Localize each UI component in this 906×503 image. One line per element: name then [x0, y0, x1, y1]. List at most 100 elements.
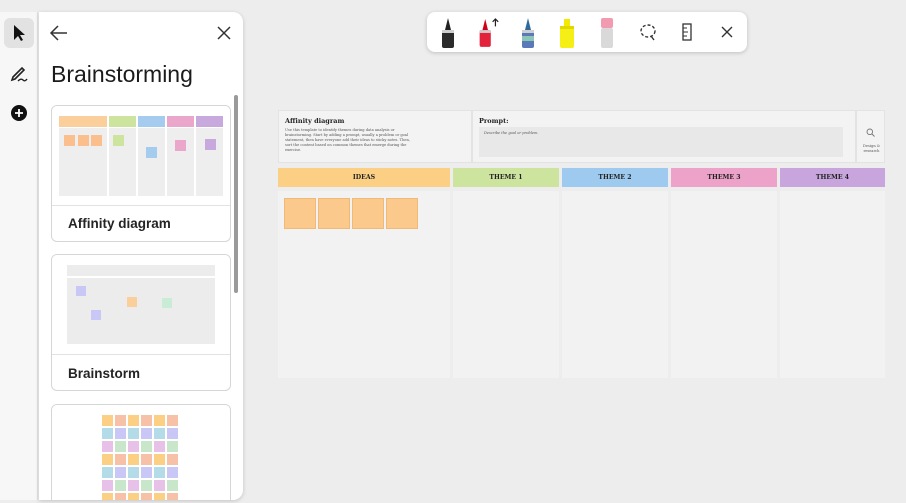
thumbnail-note: [141, 493, 152, 500]
galaxy-pen-icon: [522, 18, 534, 48]
thumbnail-note: [154, 493, 165, 500]
column-body[interactable]: [453, 191, 559, 378]
thumbnail-note: [141, 415, 152, 426]
pointer-icon: [14, 25, 25, 41]
ink-toolbar: [427, 12, 747, 52]
column-body[interactable]: [562, 191, 668, 378]
back-button[interactable]: [49, 24, 69, 42]
eraser-icon: [601, 18, 613, 48]
thumbnail-note: [115, 428, 126, 439]
thumbnail-note: [154, 428, 165, 439]
column-header-theme-3: THEME 3: [671, 168, 777, 187]
thumbnail-note: [167, 415, 178, 426]
thumbnail-note: [141, 454, 152, 465]
close-icon: [721, 26, 733, 38]
board-header-title: Affinity diagram: [285, 117, 345, 125]
board-header-text: Use this template to identify themes dur…: [285, 128, 410, 152]
black-pen-icon: [442, 18, 454, 48]
column-header-theme-1: THEME 1: [453, 168, 559, 187]
thumbnail-note: [102, 493, 113, 500]
thumbnail-note: [128, 454, 139, 465]
brainstorm-thumbnail: [52, 255, 230, 355]
thumbnail-note: [154, 454, 165, 465]
thumbnail-note: [141, 441, 152, 452]
add-button[interactable]: [4, 98, 34, 128]
thumbnail-note: [102, 415, 113, 426]
ruler-tool[interactable]: [674, 16, 700, 48]
template-label: Brainstorm: [68, 366, 141, 381]
template-label: Affinity diagram: [68, 216, 171, 231]
thumbnail-note: [102, 428, 113, 439]
thumbnail-note: [154, 415, 165, 426]
prompt-title: Prompt:: [479, 117, 509, 125]
column-header-theme-4: THEME 4: [780, 168, 885, 187]
thumbnail-note: [128, 480, 139, 491]
thumbnail-note: [128, 467, 139, 478]
prompt-input[interactable]: Describe the goal or problem.: [479, 127, 843, 157]
eraser-tool[interactable]: [594, 16, 620, 48]
panel-title: Brainstorming: [51, 61, 193, 87]
column-header-theme-2: THEME 2: [562, 168, 668, 187]
thumbnail-note: [141, 428, 152, 439]
back-arrow-icon: [49, 25, 67, 41]
thumbnail-note: [102, 480, 113, 491]
thumbnail-note: [128, 415, 139, 426]
close-icon: [217, 26, 231, 40]
templates-panel: Brainstorming Affinity diagram Brainstor…: [39, 12, 243, 500]
grid-thumbnail: [52, 405, 230, 500]
thumbnail-note: [154, 480, 165, 491]
lasso-select-tool[interactable]: [635, 16, 661, 48]
thumbnail-note: [102, 454, 113, 465]
thumbnail-note: [128, 428, 139, 439]
pen-draw-icon: [10, 66, 28, 82]
thumbnail-note: [115, 441, 126, 452]
thumbnail-note: [102, 441, 113, 452]
thumbnail-note: [128, 493, 139, 500]
panel-scrollbar[interactable]: [234, 95, 238, 293]
side-box: Design & research: [856, 110, 885, 163]
search-icon: [866, 128, 875, 137]
thumbnail-note: [167, 428, 178, 439]
thumbnail-note: [115, 415, 126, 426]
template-card-third[interactable]: [51, 404, 231, 500]
column-header-ideas: IDEAS: [278, 168, 450, 187]
thumbnail-note: [141, 467, 152, 478]
add-circle-icon: [11, 105, 27, 121]
thumbnail-note: [102, 467, 113, 478]
thumbnail-note: [115, 493, 126, 500]
column-body[interactable]: [671, 191, 777, 378]
header-description-box: Affinity diagram Use this template to id…: [278, 110, 472, 163]
thumbnail-note: [167, 441, 178, 452]
highlighter-tool[interactable]: [554, 16, 580, 48]
lasso-select-icon: [640, 24, 656, 41]
side-label: Design & research: [863, 144, 880, 153]
red-pen-icon: [479, 18, 499, 47]
sticky-note[interactable]: [352, 198, 384, 229]
left-rail: [0, 12, 38, 500]
toolbar-close-button[interactable]: [714, 16, 740, 48]
select-tool-button[interactable]: [4, 18, 34, 48]
panel-close-button[interactable]: [215, 24, 233, 42]
thumbnail-note: [115, 480, 126, 491]
sticky-note[interactable]: [284, 198, 316, 229]
thumbnail-note: [167, 454, 178, 465]
thumbnail-note: [115, 467, 126, 478]
highlighter-icon: [560, 19, 574, 48]
column-body[interactable]: [780, 191, 885, 378]
affinity-thumbnail: [52, 106, 230, 206]
thumbnail-note: [167, 493, 178, 500]
thumbnail-note: [167, 467, 178, 478]
galaxy-pen-tool[interactable]: [515, 16, 541, 48]
thumbnail-note: [154, 441, 165, 452]
sticky-note[interactable]: [386, 198, 418, 229]
template-card-brainstorm[interactable]: Brainstorm: [51, 254, 231, 391]
sticky-note[interactable]: [318, 198, 350, 229]
draw-tool-button[interactable]: [4, 58, 34, 88]
thumbnail-note: [115, 454, 126, 465]
template-card-affinity[interactable]: Affinity diagram: [51, 105, 231, 242]
thumbnail-note: [167, 480, 178, 491]
black-pen-tool[interactable]: [435, 16, 461, 48]
ruler-icon: [682, 23, 692, 41]
affinity-diagram-board[interactable]: Affinity diagram Use this template to id…: [278, 110, 885, 378]
red-pen-tool[interactable]: [475, 16, 501, 48]
